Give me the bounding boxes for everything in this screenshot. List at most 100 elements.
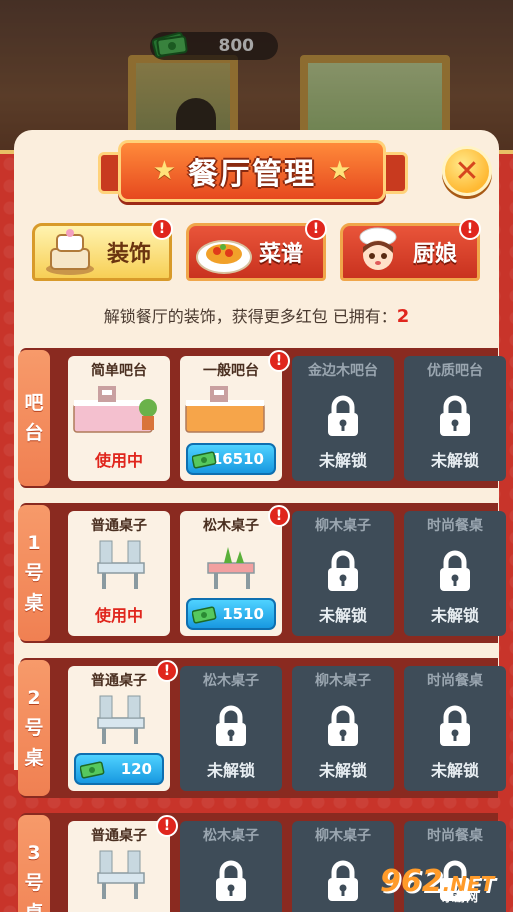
plain-table-icon bbox=[97, 540, 145, 589]
price-value: 16510 bbox=[211, 450, 264, 468]
cake-stand-icon bbox=[46, 229, 94, 275]
card-status: 未解锁 bbox=[430, 761, 479, 780]
tab-label: 装饰 bbox=[107, 242, 152, 267]
card-status: 未解锁 bbox=[430, 606, 479, 625]
info-message: 解锁餐厅的装饰，获得更多红包 已拥有： bbox=[103, 307, 397, 326]
decoration-card[interactable]: 柳木桌子 未解锁 bbox=[292, 511, 394, 636]
notification-badge: ! bbox=[156, 815, 178, 837]
decoration-card[interactable]: 松木桌子 未解锁 bbox=[180, 666, 282, 791]
row-label: 1 号桌 bbox=[18, 505, 50, 641]
cash-icon bbox=[192, 451, 217, 469]
row-label-char: 3 bbox=[27, 842, 41, 864]
row-label-char: 桌 bbox=[24, 592, 44, 614]
card-title: 柳木桌子 bbox=[315, 518, 371, 534]
lock-icon bbox=[328, 860, 358, 901]
price-value: 120 bbox=[120, 760, 152, 778]
card-title: 普通桌子 bbox=[91, 673, 147, 689]
card-status: 未解锁 bbox=[318, 606, 367, 625]
watermark-text: 乐游网 bbox=[442, 890, 479, 904]
decoration-card[interactable]: 柳木桌子 bbox=[292, 821, 394, 912]
row-label-char: 吧 bbox=[24, 392, 44, 414]
decoration-card[interactable]: 松木桌子 1510! bbox=[180, 505, 290, 636]
card-title: 松木桌子 bbox=[203, 828, 259, 844]
buy-button[interactable]: 120 bbox=[74, 753, 164, 785]
card-title: 金边木吧台 bbox=[308, 363, 378, 379]
notification-badge: ! bbox=[268, 350, 290, 372]
row-label: 3 号桌 bbox=[18, 815, 50, 912]
tab-recipes[interactable]: 菜谱 ! bbox=[186, 218, 327, 281]
price-value: 1510 bbox=[222, 605, 264, 623]
card-title: 优质吧台 bbox=[427, 363, 483, 379]
decoration-card[interactable]: 一般吧台 16510! bbox=[180, 350, 290, 481]
notification-badge: ! bbox=[151, 218, 173, 240]
close-button[interactable]: ✕ bbox=[442, 146, 492, 196]
card-status: 未解锁 bbox=[318, 761, 367, 780]
decoration-card[interactable]: 金边木吧台 未解锁 bbox=[292, 356, 394, 481]
decoration-card[interactable]: 松木桌子 bbox=[180, 821, 282, 912]
buy-button[interactable]: 1510 bbox=[186, 598, 276, 630]
tab-label: 厨娘 bbox=[413, 242, 458, 267]
card-title: 简单吧台 bbox=[91, 363, 147, 379]
normal-bar-icon bbox=[185, 386, 265, 433]
chef-girl-icon bbox=[359, 227, 397, 270]
decoration-card[interactable]: 普通桌子 120! bbox=[68, 660, 178, 791]
title-banner: ★ 餐厅管理 ★ bbox=[118, 140, 386, 202]
notification-badge: ! bbox=[459, 218, 481, 240]
row-label-char: 2 bbox=[27, 687, 41, 709]
lock-icon bbox=[440, 550, 470, 591]
page-title: 餐厅管理 bbox=[188, 157, 316, 192]
row-label-char: 1 bbox=[27, 532, 41, 554]
tab-cooks[interactable]: 厨娘 ! bbox=[340, 218, 481, 281]
decoration-card[interactable]: 优质吧台 未解锁 bbox=[404, 356, 506, 481]
decoration-card[interactable]: 柳木桌子 未解锁 bbox=[292, 666, 394, 791]
card-title: 普通桌子 bbox=[91, 518, 147, 534]
unlock-info-text: 解锁餐厅的装饰，获得更多红包 已拥有：2 bbox=[14, 303, 499, 327]
tab-decoration[interactable]: 装饰 ! bbox=[32, 218, 173, 281]
card-status: 未解锁 bbox=[318, 451, 367, 470]
cash-icon bbox=[80, 761, 105, 779]
star-icon: ★ bbox=[328, 156, 352, 186]
buy-button[interactable]: 16510 bbox=[186, 443, 276, 475]
card-title: 时尚餐桌 bbox=[427, 828, 483, 844]
card-title: 时尚餐桌 bbox=[427, 518, 483, 534]
card-title: 普通桌子 bbox=[91, 828, 147, 844]
notification-badge: ! bbox=[268, 505, 290, 527]
lock-icon bbox=[440, 395, 470, 436]
card-title: 时尚餐桌 bbox=[427, 673, 483, 689]
lock-icon bbox=[328, 395, 358, 436]
tab-label: 菜谱 bbox=[259, 242, 304, 267]
row-label-char: 桌 bbox=[24, 898, 43, 912]
lock-icon bbox=[440, 705, 470, 746]
card-title: 柳木桌子 bbox=[315, 828, 371, 844]
row-label-char: 台 bbox=[24, 422, 44, 444]
card-title: 柳木桌子 bbox=[315, 673, 371, 689]
decoration-card[interactable]: 简单吧台 使用中 bbox=[68, 356, 170, 481]
card-status: 使用中 bbox=[94, 451, 143, 470]
lock-icon bbox=[216, 860, 246, 901]
lock-icon bbox=[216, 705, 246, 746]
owned-count: 2 bbox=[396, 306, 410, 327]
star-icon: ★ bbox=[152, 156, 176, 186]
close-icon: ✕ bbox=[454, 153, 480, 189]
plain-table-icon bbox=[97, 695, 145, 744]
decoration-card[interactable]: 普通桌子 使用中 bbox=[68, 511, 170, 636]
row-label-char: 号 bbox=[24, 717, 44, 739]
card-title: 松木桌子 bbox=[203, 673, 259, 689]
plain-table-icon bbox=[97, 850, 145, 899]
notification-badge: ! bbox=[305, 218, 327, 240]
cash-icon bbox=[192, 606, 217, 624]
card-title: 一般吧台 bbox=[203, 363, 259, 379]
decoration-card[interactable]: 普通桌子! bbox=[68, 815, 178, 912]
card-status: 未解锁 bbox=[206, 761, 255, 780]
card-title: 松木桌子 bbox=[203, 518, 259, 534]
row-label: 吧台 bbox=[18, 350, 50, 486]
dish-icon bbox=[196, 240, 252, 274]
decoration-card[interactable]: 时尚餐桌 未解锁 bbox=[404, 666, 506, 791]
watermark: 962.NET 乐游网 bbox=[380, 860, 510, 908]
pine-table-icon bbox=[207, 547, 255, 589]
notification-badge: ! bbox=[156, 660, 178, 682]
decoration-card[interactable]: 时尚餐桌 未解锁 bbox=[404, 511, 506, 636]
lock-icon bbox=[328, 550, 358, 591]
row-label-char: 桌 bbox=[24, 747, 44, 769]
row-label-char: 号 bbox=[24, 872, 44, 894]
